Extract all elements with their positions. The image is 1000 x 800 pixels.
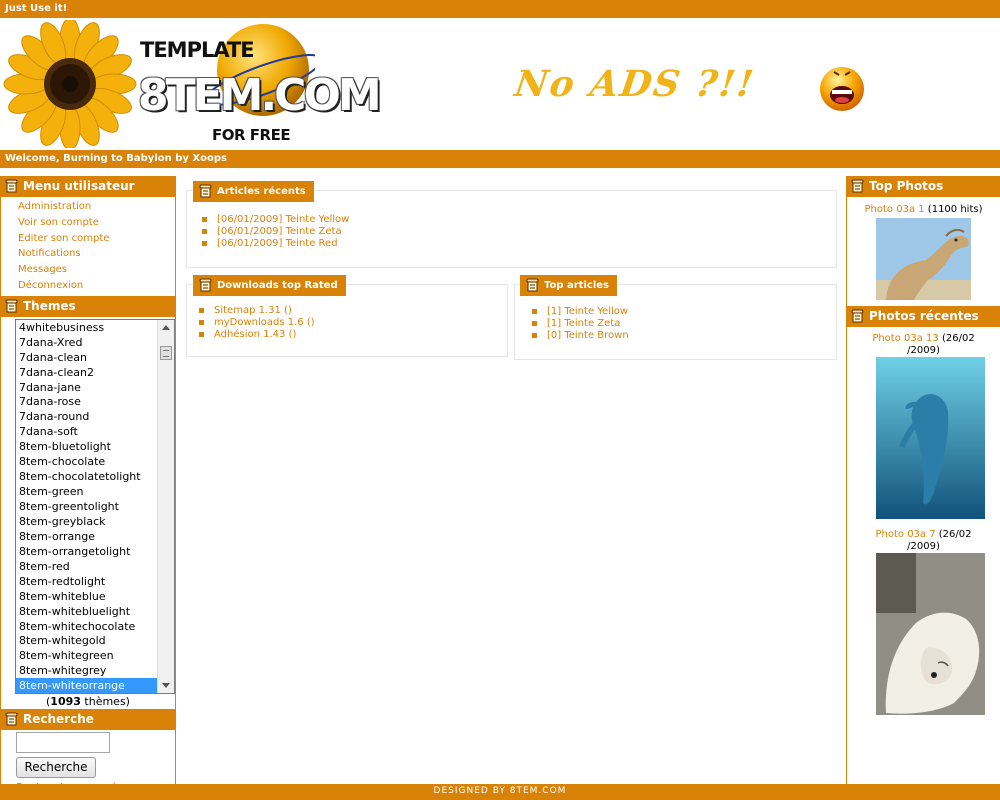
scroll-icon [851, 309, 864, 323]
welcome-text: Welcome, Burning to Babylon by Xoops [5, 153, 227, 164]
theme-option[interactable]: 7dana-jane [16, 380, 158, 395]
user-menu-title-text: Menu utilisateur [23, 179, 135, 193]
polar-bear-photo-icon[interactable] [876, 553, 985, 715]
theme-options: 4whitebusiness 7dana-Xred 7dana-clean 7dana… [16, 320, 174, 693]
theme-option[interactable]: 8tem-red [16, 559, 158, 574]
scroll-thumb[interactable] [160, 345, 172, 360]
scroll-icon [199, 184, 212, 198]
menu-item-edit-account[interactable]: Editer son compte [18, 231, 175, 247]
recent-articles-title: Articles récents [193, 181, 314, 202]
theme-option[interactable]: 8tem-whiteorrange [16, 678, 158, 693]
tagline: Just Use it! [5, 3, 68, 14]
logo-line-free: FOR FREE [212, 126, 291, 144]
search-title-text: Recherche [23, 711, 94, 726]
theme-option[interactable]: 8tem-bluetolight [16, 439, 158, 454]
left-sidebar: Menu utilisateur Administration Voir son… [0, 176, 176, 794]
main-content: Articles récents [06/01/2009] Teinte Yel… [177, 168, 846, 784]
themes-scrollbar[interactable] [157, 319, 174, 693]
logo-line-main: 8TEM.COM [138, 70, 382, 121]
theme-option[interactable]: 8tem-chocolate [16, 454, 158, 469]
list-item[interactable]: [06/01/2009] Teinte Zeta [202, 226, 349, 238]
theme-option[interactable]: 7dana-rose [16, 394, 158, 409]
list-item[interactable]: [1] Teinte Yellow [532, 306, 629, 318]
themes-title-text: Themes [23, 298, 76, 313]
list-item[interactable]: [0] Teinte Brown [532, 330, 629, 342]
theme-option[interactable]: 7dana-soft [16, 424, 158, 439]
photo-link[interactable]: Photo 03a 13 [872, 333, 938, 344]
header-banner: TEMPLATE 8TEM.COM FOR FREE No ADS ?!! [0, 18, 1000, 150]
theme-option[interactable]: 8tem-orrangetolight [16, 544, 158, 559]
theme-option[interactable]: 8tem-whitebluelight [16, 604, 158, 619]
theme-option[interactable]: 7dana-clean2 [16, 365, 158, 380]
themes-count: (1093 thèmes) [46, 694, 130, 708]
dolphin-photo-icon[interactable] [876, 357, 985, 519]
theme-option[interactable]: 8tem-green [16, 484, 158, 499]
scroll-icon [5, 179, 18, 193]
scroll-icon [851, 179, 864, 193]
theme-option[interactable]: 8tem-redtolight [16, 574, 158, 589]
logo-line-template: TEMPLATE [140, 38, 255, 62]
list-item[interactable]: [1] Teinte Zeta [532, 318, 629, 330]
site-logo[interactable]: TEMPLATE 8TEM.COM FOR FREE [138, 38, 382, 150]
list-item[interactable]: [06/01/2009] Teinte Yellow [202, 214, 349, 226]
scroll-down-icon[interactable] [162, 682, 170, 688]
scroll-icon [5, 712, 18, 726]
top-photos-title: Top Photos [847, 176, 1000, 197]
photo-link[interactable]: Photo 03a 7 [875, 529, 935, 540]
theme-option[interactable]: 8tem-chocolatetolight [16, 469, 158, 484]
downloads-title: Downloads top Rated [193, 275, 346, 296]
theme-option[interactable]: 7dana-Xred [16, 335, 158, 350]
top-articles-list: [1] Teinte Yellow [1] Teinte Zeta [0] Te… [532, 306, 629, 341]
menu-item-administration[interactable]: Administration [18, 199, 175, 215]
theme-option[interactable]: 8tem-whitegrey [16, 663, 158, 678]
list-item[interactable]: Adhésion 1.43 () [199, 329, 315, 341]
recent-photos-title: Photos récentes [847, 306, 1000, 327]
search-input[interactable] [16, 731, 110, 753]
top-bar: Just Use it! [0, 0, 1000, 18]
search-title: Recherche [1, 708, 175, 730]
top-articles-title: Top articles [520, 275, 617, 296]
photo-link[interactable]: Photo 03a 1 [865, 204, 925, 215]
themes-count-number: 1093 [50, 694, 81, 708]
recent-articles-list: [06/01/2009] Teinte Yellow [06/01/2009] … [202, 214, 349, 249]
scroll-icon [526, 278, 539, 292]
theme-option[interactable]: 8tem-whitegreen [16, 648, 158, 663]
theme-option[interactable]: 8tem-greentolight [16, 499, 158, 514]
menu-item-logout[interactable]: Déconnexion [18, 278, 175, 294]
right-sidebar: Top Photos Photo 03a 1 (1100 hits) Photo… [846, 176, 1000, 784]
menu-item-messages[interactable]: Messages [18, 262, 175, 278]
user-menu-list: Administration Voir son compte Editer so… [1, 197, 175, 294]
theme-option[interactable]: 4whitebusiness [16, 320, 158, 335]
downloads-list: Sitemap 1.31 () myDownloads 1.6 () Adhés… [199, 305, 315, 340]
menu-item-view-account[interactable]: Voir son compte [18, 215, 175, 231]
list-item[interactable]: Sitemap 1.31 () [199, 305, 315, 317]
photo-caption: Photo 03a 13 (26/02 /2009) [872, 333, 975, 356]
theme-option[interactable]: 7dana-round [16, 409, 158, 424]
shouting-smiley-icon [820, 67, 864, 111]
theme-option[interactable]: 8tem-whiteblue [16, 589, 158, 604]
themes-listbox[interactable]: 4whitebusiness 7dana-Xred 7dana-clean 7dana… [15, 318, 175, 694]
camel-photo-icon[interactable] [876, 218, 971, 300]
sunflower-logo-icon [3, 20, 137, 148]
welcome-bar: Welcome, Burning to Babylon by Xoops [0, 150, 1000, 168]
scroll-up-icon[interactable] [162, 324, 170, 330]
list-item[interactable]: myDownloads 1.6 () [199, 317, 315, 329]
theme-option[interactable]: 8tem-orrange [16, 529, 158, 544]
menu-item-notifications[interactable]: Notifications [18, 246, 175, 262]
user-menu-title: Menu utilisateur [1, 176, 175, 197]
search-button[interactable]: Recherche [16, 756, 96, 778]
no-ads-banner: No ADS ?!! [512, 63, 758, 105]
footer-text: DESIGNED BY 8TEM.COM [433, 786, 567, 796]
footer-bar: DESIGNED BY 8TEM.COM [0, 784, 1000, 800]
theme-option[interactable]: 7dana-clean [16, 350, 158, 365]
scroll-icon [199, 278, 212, 292]
theme-option[interactable]: 8tem-whitegold [16, 633, 158, 648]
scroll-icon [5, 299, 18, 313]
theme-option[interactable]: 8tem-whitechocolate [16, 619, 158, 634]
photo-caption: Photo 03a 7 (26/02 /2009) [875, 529, 972, 552]
list-item[interactable]: [06/01/2009] Teinte Red [202, 238, 349, 250]
theme-option[interactable]: 8tem-greyblack [16, 514, 158, 529]
themes-title: Themes [1, 295, 175, 317]
photo-caption: Photo 03a 1 (1100 hits) [864, 204, 983, 215]
